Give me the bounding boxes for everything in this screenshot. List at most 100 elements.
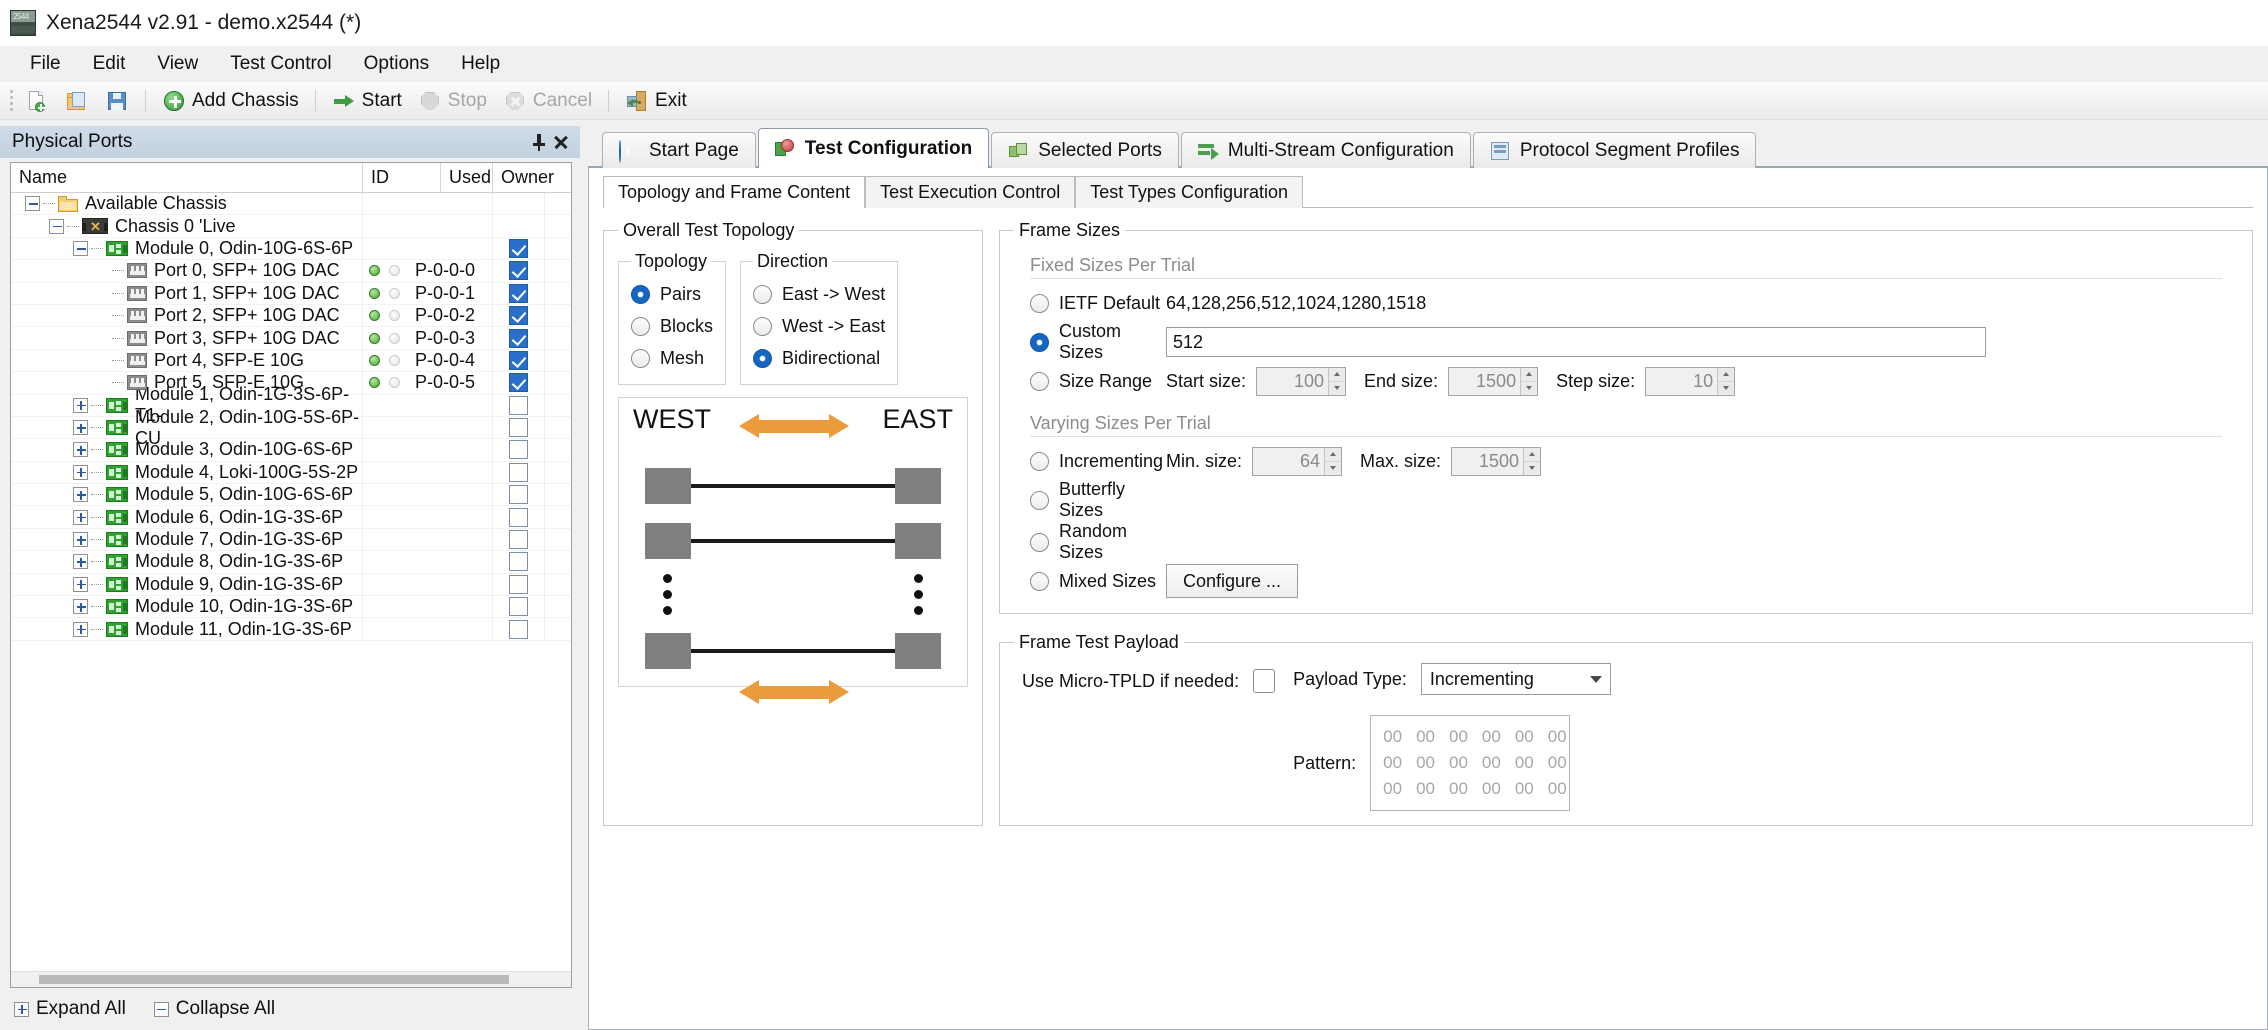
toolbar-grip[interactable] <box>6 89 16 113</box>
radio-direction-east-west[interactable]: East -> West <box>753 278 885 310</box>
used-checkbox[interactable] <box>509 261 528 281</box>
horizontal-scrollbar[interactable] <box>11 971 571 987</box>
tree-row[interactable]: Port 4, SFP-E 10G P-0-0-4 <box>11 349 571 373</box>
radio-size-range[interactable]: Size Range <box>1014 371 1166 392</box>
used-checkbox[interactable] <box>509 530 528 550</box>
collapse-toggle[interactable] <box>49 218 64 234</box>
tree-row[interactable]: Module 6, Odin-1G-3S-6P <box>11 506 571 529</box>
tree-row[interactable]: Port 2, SFP+ 10G DAC P-0-0-2 <box>11 304 571 328</box>
expand-toggle[interactable] <box>73 442 88 458</box>
used-checkbox[interactable] <box>509 440 528 460</box>
tab-selected-ports[interactable]: Selected Ports <box>991 132 1179 168</box>
step-size-spinner[interactable]: 10 <box>1645 366 1736 396</box>
tree-row[interactable]: ✕ Chassis 0 'Live <box>11 215 571 238</box>
payload-type-select[interactable]: Incrementing <box>1420 663 1611 695</box>
used-checkbox[interactable] <box>509 306 528 326</box>
save-file-button[interactable] <box>98 86 136 116</box>
radio-topology-blocks[interactable]: Blocks <box>631 310 713 342</box>
collapse-toggle[interactable] <box>73 240 88 256</box>
expand-toggle[interactable] <box>73 554 88 570</box>
tab-multi-stream-configuration[interactable]: Multi-Stream Configuration <box>1180 132 1471 168</box>
menu-test-control[interactable]: Test Control <box>214 49 347 79</box>
tab-start-page[interactable]: Start Page <box>602 132 756 168</box>
expand-toggle[interactable] <box>73 576 88 592</box>
expand-toggle[interactable] <box>73 532 88 548</box>
tree-row[interactable]: Module 8, Odin-1G-3S-6P <box>11 551 571 574</box>
tree-row[interactable]: Module 11, Odin-1G-3S-6P <box>11 618 571 641</box>
subtab-test-execution-control[interactable]: Test Execution Control <box>865 176 1076 208</box>
radio-topology-pairs[interactable]: Pairs <box>631 278 713 310</box>
subtab-topology-and-frame-content[interactable]: Topology and Frame Content <box>603 176 866 208</box>
tree-row[interactable]: Module 4, Loki-100G-5S-2P <box>11 461 571 485</box>
menu-help[interactable]: Help <box>445 49 516 79</box>
panel-splitter[interactable] <box>580 126 588 1030</box>
expand-all-button[interactable]: Expand All <box>14 998 126 1020</box>
used-checkbox[interactable] <box>509 238 528 258</box>
expand-toggle[interactable] <box>73 420 88 436</box>
radio-custom-sizes[interactable]: Custom Sizes <box>1014 321 1166 363</box>
radio-direction-bidirectional[interactable]: Bidirectional <box>753 342 885 374</box>
radio-direction-west-east[interactable]: West -> East <box>753 310 885 342</box>
tree-row[interactable]: Module 0, Odin-10G-6S-6P <box>11 237 571 261</box>
used-checkbox[interactable] <box>509 597 528 617</box>
radio-ietf-default[interactable]: IETF Default <box>1014 293 1166 314</box>
micro-tpld-checkbox[interactable] <box>1253 669 1276 693</box>
radio-incrementing[interactable]: Incrementing <box>1014 451 1166 472</box>
tree-row[interactable]: Module 5, Odin-10G-6S-6P <box>11 484 571 507</box>
stop-button[interactable]: Stop <box>411 86 494 116</box>
pattern-input[interactable]: 00 00 00 00 00 00 00 00 00 00 00 00 00 00 00 00 00 00 <box>1370 715 1571 811</box>
used-checkbox[interactable] <box>509 395 528 415</box>
expand-toggle[interactable] <box>73 397 88 413</box>
used-checkbox[interactable] <box>509 485 528 505</box>
collapse-toggle[interactable] <box>25 196 40 212</box>
close-icon[interactable] <box>550 131 572 153</box>
radio-mixed-sizes[interactable]: Mixed Sizes <box>1014 571 1166 592</box>
used-checkbox[interactable] <box>509 373 528 393</box>
tree-row[interactable]: Port 1, SFP+ 10G DAC P-0-0-1 <box>11 282 571 305</box>
pin-icon[interactable] <box>528 131 550 153</box>
min-size-spinner[interactable]: 64 <box>1252 446 1343 476</box>
cancel-button[interactable]: Cancel <box>496 86 599 116</box>
add-chassis-button[interactable]: Add Chassis <box>155 86 306 116</box>
start-button[interactable]: Start <box>325 86 409 116</box>
used-checkbox[interactable] <box>509 328 528 348</box>
tree-row[interactable]: Module 9, Odin-1G-3S-6P <box>11 573 571 597</box>
tree-row[interactable]: Module 10, Odin-1G-3S-6P <box>11 596 571 619</box>
used-checkbox[interactable] <box>509 350 528 370</box>
tab-protocol-segment-profiles[interactable]: Protocol Segment Profiles <box>1472 132 1757 168</box>
expand-toggle[interactable] <box>73 487 88 503</box>
tree-row[interactable]: Port 0, SFP+ 10G DAC P-0-0-0 <box>11 260 571 283</box>
custom-sizes-input[interactable]: 512 <box>1166 327 1986 357</box>
radio-topology-mesh[interactable]: Mesh <box>631 342 713 374</box>
used-checkbox[interactable] <box>509 574 528 594</box>
used-checkbox[interactable] <box>509 462 528 482</box>
menu-options[interactable]: Options <box>348 49 445 79</box>
max-size-spinner[interactable]: 1500 <box>1451 446 1542 476</box>
new-file-button[interactable] <box>18 86 56 116</box>
menu-file[interactable]: File <box>14 49 77 79</box>
radio-butterfly-sizes[interactable]: Butterfly Sizes <box>1014 479 1166 521</box>
configure-button[interactable]: Configure ... <box>1166 564 1299 598</box>
tab-test-configuration[interactable]: Test Configuration <box>757 128 990 168</box>
tree-row[interactable]: Module 2, Odin-10G-5S-6P-CU <box>11 407 571 448</box>
tree-row[interactable]: Port 3, SFP+ 10G DAC P-0-0-3 <box>11 327 571 350</box>
used-checkbox[interactable] <box>509 619 528 639</box>
used-checkbox[interactable] <box>509 283 528 303</box>
start-size-spinner[interactable]: 100 <box>1256 366 1347 396</box>
menu-edit[interactable]: Edit <box>77 49 142 79</box>
subtab-test-types-configuration[interactable]: Test Types Configuration <box>1075 176 1304 208</box>
used-checkbox[interactable] <box>509 507 528 527</box>
tree-row[interactable]: Module 7, Odin-1G-3S-6P <box>11 528 571 552</box>
expand-toggle[interactable] <box>73 464 88 480</box>
open-file-button[interactable] <box>58 86 96 116</box>
tree-row[interactable]: Available Chassis <box>11 193 571 216</box>
expand-toggle[interactable] <box>73 509 88 525</box>
used-checkbox[interactable] <box>509 552 528 572</box>
tree-row[interactable]: Module 3, Odin-10G-6S-6P <box>11 439 571 462</box>
expand-toggle[interactable] <box>73 599 88 615</box>
menu-view[interactable]: View <box>141 49 214 79</box>
radio-random-sizes[interactable]: Random Sizes <box>1014 521 1166 563</box>
exit-button[interactable]: Exit <box>618 86 694 116</box>
collapse-all-button[interactable]: Collapse All <box>153 998 275 1020</box>
end-size-spinner[interactable]: 1500 <box>1448 366 1539 396</box>
